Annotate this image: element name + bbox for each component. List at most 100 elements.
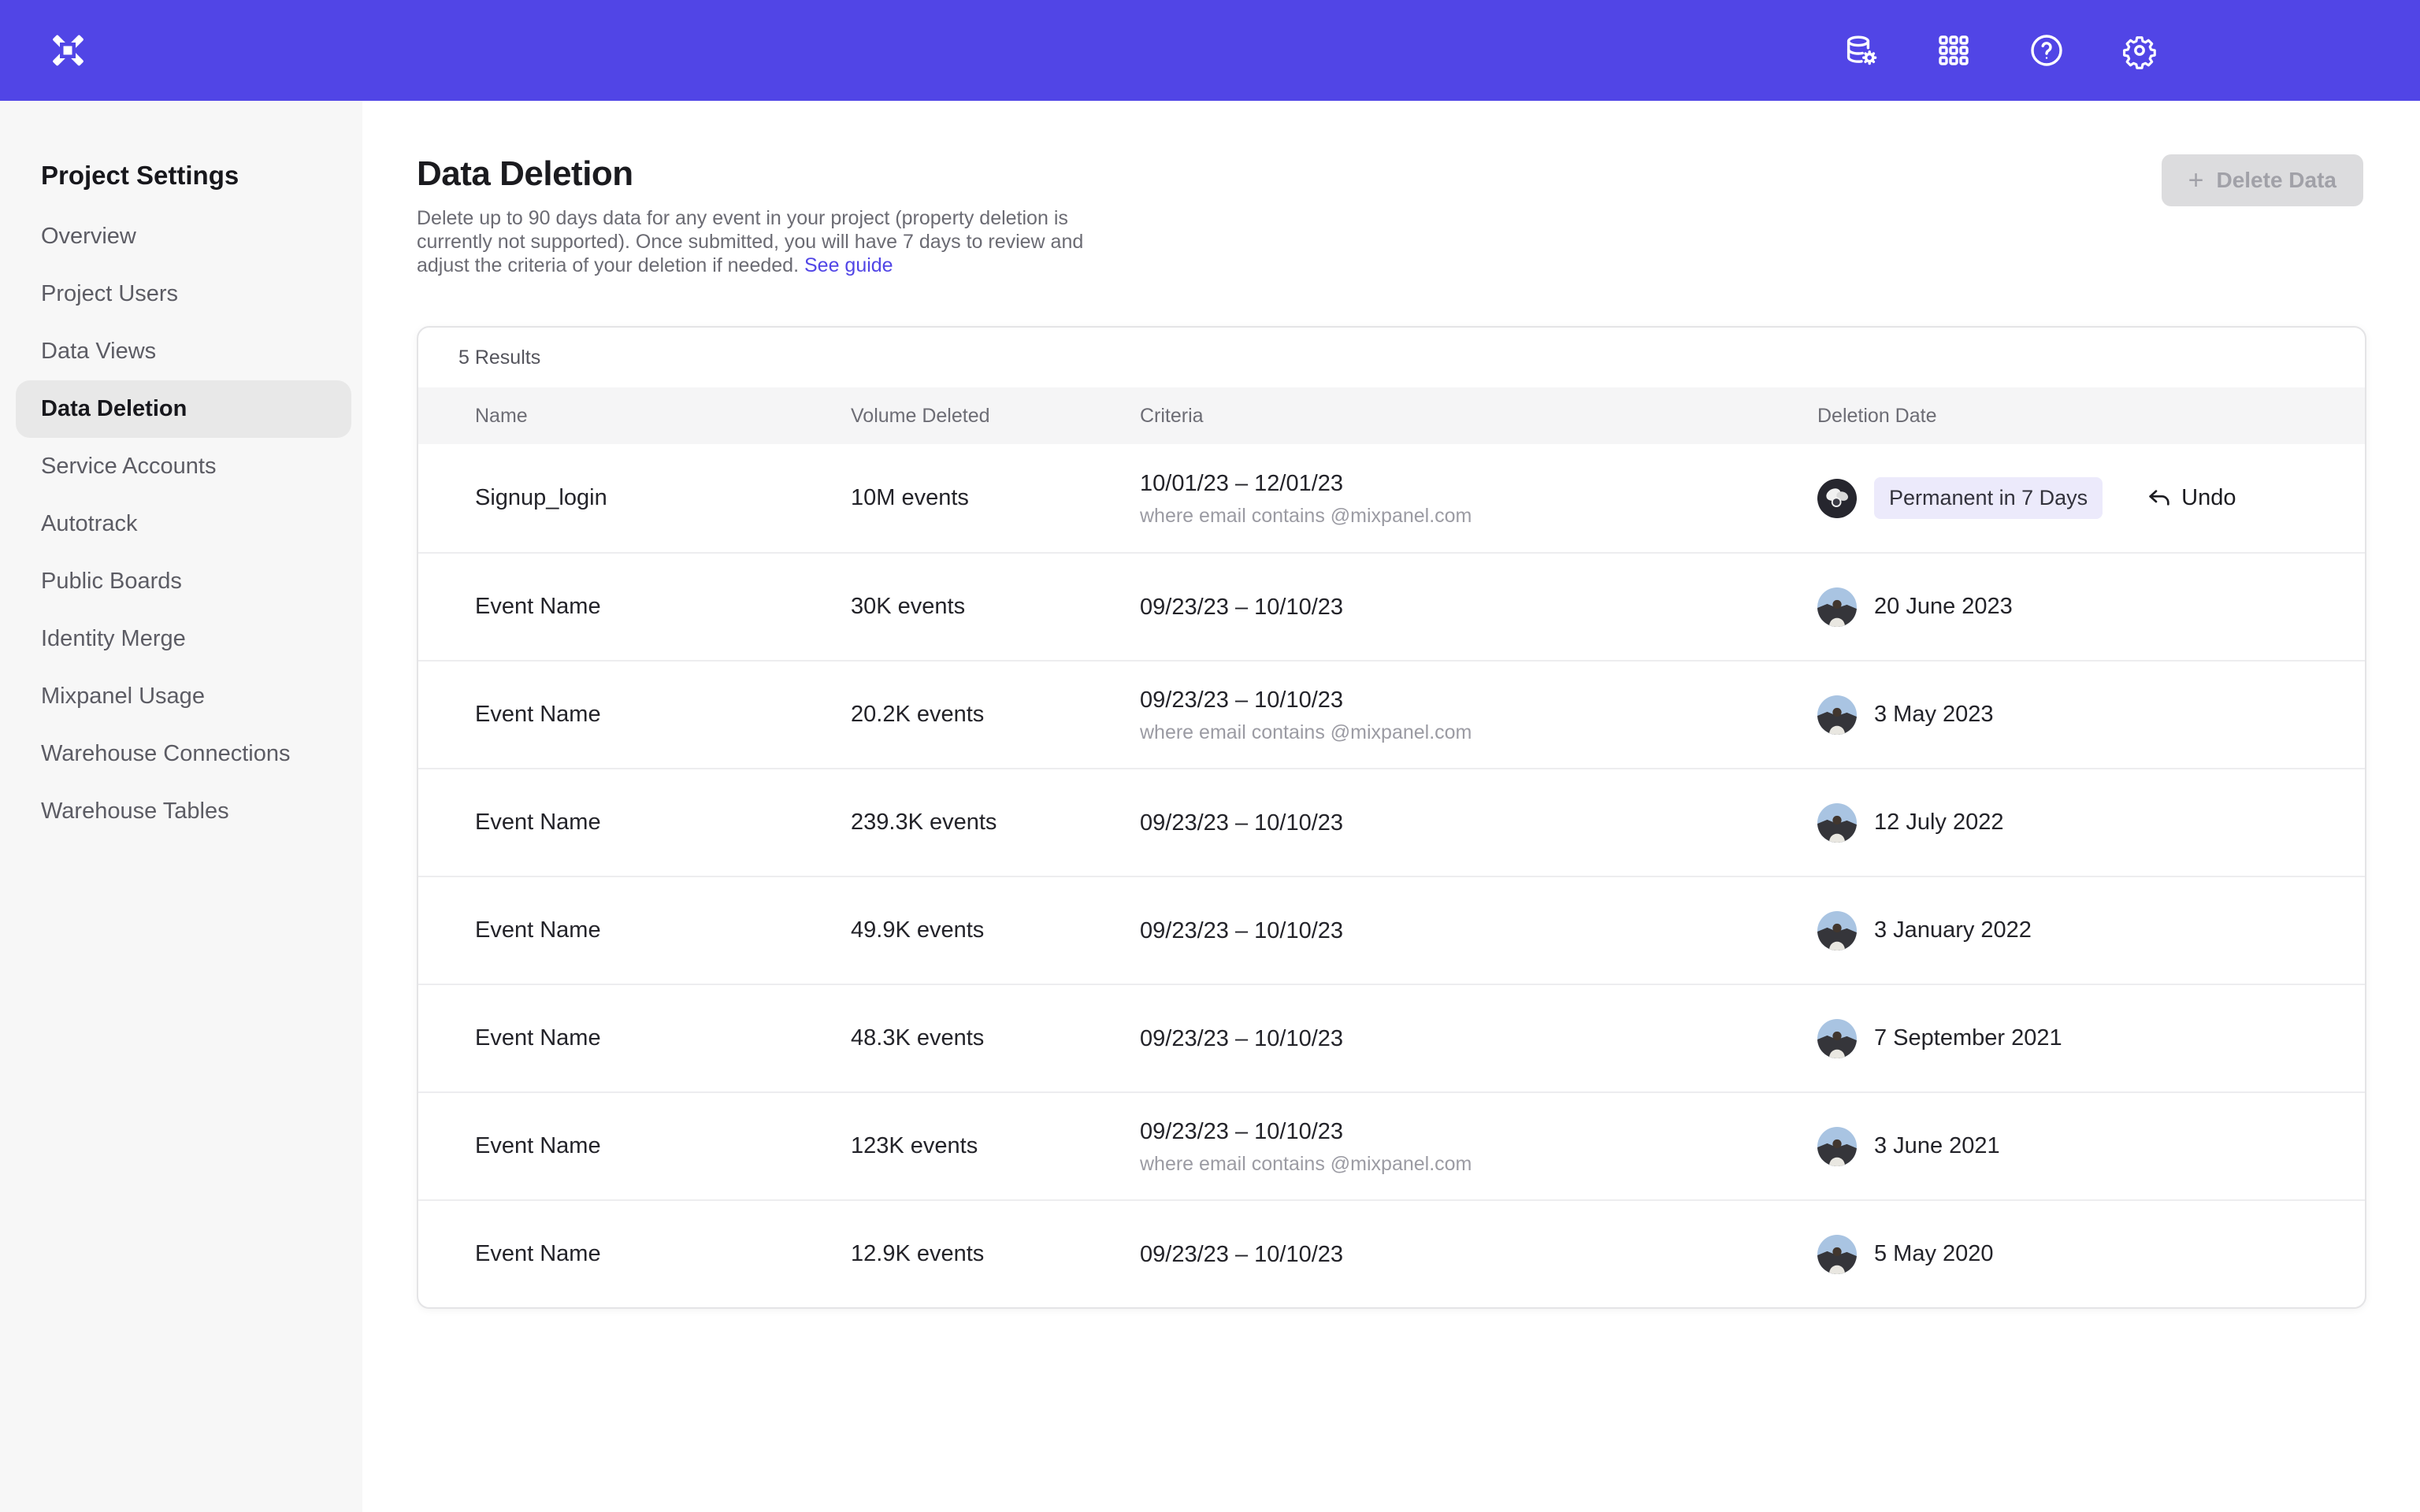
- delete-data-button[interactable]: + Delete Data: [2162, 154, 2363, 206]
- column-header-name: Name: [475, 405, 851, 428]
- table-row: Event Name 12.9K events 09/23/23 – 10/10…: [418, 1199, 2365, 1307]
- sidebar-item-mixpanel-usage[interactable]: Mixpanel Usage: [16, 668, 351, 725]
- criteria-range: 10/01/23 – 12/01/23: [1140, 469, 1817, 498]
- deletion-cell: 3 June 2021: [1817, 1127, 2365, 1166]
- table-header-row: Name Volume Deleted Criteria Deletion Da…: [418, 387, 2365, 444]
- sidebar-item-data-views[interactable]: Data Views: [16, 323, 351, 380]
- row-name: Event Name: [475, 702, 851, 728]
- row-name: Event Name: [475, 594, 851, 620]
- table-row: Event Name 30K events 09/23/23 – 10/10/2…: [418, 552, 2365, 660]
- deletion-date: 3 January 2022: [1874, 917, 2032, 943]
- row-name: Signup_login: [475, 485, 851, 511]
- table-row: Event Name 20.2K events 09/23/23 – 10/10…: [418, 660, 2365, 768]
- row-name: Event Name: [475, 1241, 851, 1267]
- undo-icon: [2147, 486, 2172, 511]
- data-management-icon[interactable]: [1842, 32, 1880, 69]
- deletion-cell: 7 September 2021: [1817, 1019, 2365, 1058]
- status-badge: Permanent in 7 Days: [1874, 477, 2103, 519]
- row-volume: 10M events: [851, 485, 1140, 511]
- deletion-date: 7 September 2021: [1874, 1025, 2062, 1051]
- row-criteria: 09/23/23 – 10/10/23: [1140, 1240, 1817, 1269]
- sidebar-item-data-deletion[interactable]: Data Deletion: [16, 380, 351, 438]
- user-avatar: [1817, 1019, 1857, 1058]
- deletion-date: 20 June 2023: [1874, 594, 2013, 620]
- deletion-cell: 12 July 2022: [1817, 803, 2365, 843]
- user-avatar: [1817, 695, 1857, 735]
- page-description: Delete up to 90 days data for any event …: [417, 206, 1110, 277]
- sidebar-item-warehouse-tables[interactable]: Warehouse Tables: [16, 783, 351, 840]
- row-volume: 49.9K events: [851, 917, 1140, 943]
- user-avatar: [1817, 1127, 1857, 1166]
- criteria-range: 09/23/23 – 10/10/23: [1140, 593, 1817, 621]
- row-volume: 239.3K events: [851, 810, 1140, 836]
- table-row: Event Name 123K events 09/23/23 – 10/10/…: [418, 1091, 2365, 1199]
- row-criteria: 10/01/23 – 12/01/23 where email contains…: [1140, 469, 1817, 528]
- row-volume: 20.2K events: [851, 702, 1140, 728]
- deletion-date: 12 July 2022: [1874, 810, 2003, 836]
- table-row: Signup_login 10M events 10/01/23 – 12/01…: [418, 444, 2365, 552]
- row-criteria: 09/23/23 – 10/10/23 where email contains…: [1140, 686, 1817, 744]
- row-volume: 123K events: [851, 1133, 1140, 1159]
- sidebar-item-identity-merge[interactable]: Identity Merge: [16, 610, 351, 668]
- user-avatar: [1817, 1235, 1857, 1274]
- apps-grid-icon[interactable]: [1935, 32, 1973, 69]
- sidebar-title: Project Settings: [41, 161, 362, 191]
- sidebar-item-overview[interactable]: Overview: [16, 208, 351, 265]
- row-criteria: 09/23/23 – 10/10/23: [1140, 809, 1817, 837]
- row-criteria: 09/23/23 – 10/10/23: [1140, 593, 1817, 621]
- row-volume: 12.9K events: [851, 1241, 1140, 1267]
- deletion-cell: 5 May 2020: [1817, 1235, 2365, 1274]
- sidebar-item-autotrack[interactable]: Autotrack: [16, 495, 351, 553]
- row-criteria: 09/23/23 – 10/10/23 where email contains…: [1140, 1117, 1817, 1176]
- criteria-filter: where email contains @mixpanel.com: [1140, 721, 1817, 744]
- user-avatar: [1817, 803, 1857, 843]
- column-header-criteria: Criteria: [1140, 405, 1817, 428]
- sidebar-item-service-accounts[interactable]: Service Accounts: [16, 438, 351, 495]
- plus-icon: +: [2188, 167, 2204, 194]
- page-title: Data Deletion: [417, 154, 2366, 194]
- row-name: Event Name: [475, 810, 851, 836]
- row-volume: 30K events: [851, 594, 1140, 620]
- criteria-range: 09/23/23 – 10/10/23: [1140, 1117, 1817, 1146]
- criteria-filter: where email contains @mixpanel.com: [1140, 1152, 1817, 1176]
- row-criteria: 09/23/23 – 10/10/23: [1140, 917, 1817, 945]
- delete-data-label: Delete Data: [2216, 168, 2336, 193]
- sidebar: Project Settings Overview Project Users …: [0, 101, 362, 1512]
- column-header-volume-deleted: Volume Deleted: [851, 405, 1140, 428]
- criteria-range: 09/23/23 – 10/10/23: [1140, 686, 1817, 714]
- criteria-range: 09/23/23 – 10/10/23: [1140, 1240, 1817, 1269]
- sidebar-item-public-boards[interactable]: Public Boards: [16, 553, 351, 610]
- undo-button[interactable]: Undo: [2147, 485, 2236, 511]
- column-header-deletion-date: Deletion Date: [1817, 405, 2365, 428]
- page-description-text: Delete up to 90 days data for any event …: [417, 207, 1083, 276]
- logo-center-square: [64, 46, 72, 55]
- sidebar-menu: Overview Project Users Data Views Data D…: [0, 208, 362, 840]
- deletion-cell: 20 June 2023: [1817, 587, 2365, 627]
- help-icon[interactable]: [2028, 32, 2066, 69]
- row-volume: 48.3K events: [851, 1025, 1140, 1051]
- topbar: [0, 0, 2420, 101]
- user-avatar: [1817, 479, 1857, 518]
- sidebar-item-warehouse-connections[interactable]: Warehouse Connections: [16, 725, 351, 783]
- criteria-range: 09/23/23 – 10/10/23: [1140, 1025, 1817, 1053]
- deletion-cell: 3 May 2023: [1817, 695, 2365, 735]
- main-content: Data Deletion Delete up to 90 days data …: [362, 101, 2420, 1512]
- table-body: Signup_login 10M events 10/01/23 – 12/01…: [418, 444, 2365, 1307]
- deletion-date: 3 June 2021: [1874, 1133, 2000, 1159]
- settings-icon[interactable]: [2121, 32, 2158, 69]
- see-guide-link[interactable]: See guide: [804, 254, 893, 276]
- table-row: Event Name 48.3K events 09/23/23 – 10/10…: [418, 984, 2365, 1091]
- criteria-filter: where email contains @mixpanel.com: [1140, 504, 1817, 528]
- deletions-table-card: 5 Results Name Volume Deleted Criteria D…: [417, 326, 2366, 1309]
- row-criteria: 09/23/23 – 10/10/23: [1140, 1025, 1817, 1053]
- table-row: Event Name 49.9K events 09/23/23 – 10/10…: [418, 876, 2365, 984]
- user-avatar: [1817, 587, 1857, 627]
- deletion-date: 5 May 2020: [1874, 1241, 1994, 1267]
- deletion-date: 3 May 2023: [1874, 702, 1994, 728]
- mixpanel-logo[interactable]: [50, 32, 86, 69]
- deletion-cell: Permanent in 7 Days Undo: [1817, 477, 2365, 519]
- user-avatar: [1817, 911, 1857, 951]
- criteria-range: 09/23/23 – 10/10/23: [1140, 917, 1817, 945]
- criteria-range: 09/23/23 – 10/10/23: [1140, 809, 1817, 837]
- sidebar-item-project-users[interactable]: Project Users: [16, 265, 351, 323]
